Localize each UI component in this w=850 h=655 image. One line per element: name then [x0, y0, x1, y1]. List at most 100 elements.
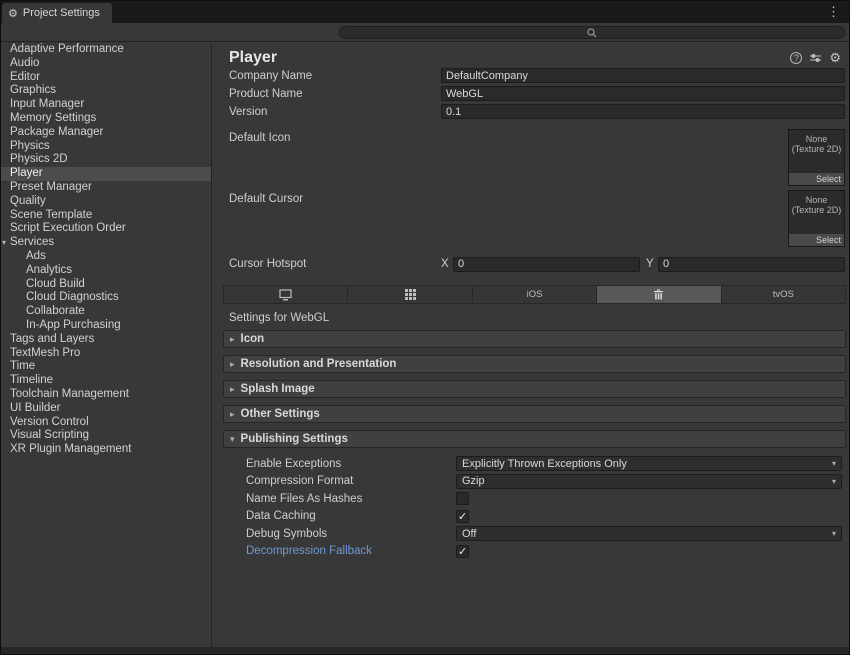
sidebar-item[interactable]: ▾ Physics	[1, 140, 211, 154]
sidebar-item[interactable]: ▾ Audio	[1, 57, 211, 71]
default-icon-row: Default Icon None (Texture 2D) Select	[213, 121, 849, 186]
search-input[interactable]	[339, 26, 845, 39]
sidebar-item[interactable]: ▾ Package Manager	[1, 126, 211, 140]
sidebar-item-label: UI Builder	[10, 402, 61, 414]
sidebar-item[interactable]: ▾ Visual Scripting	[1, 429, 211, 443]
foldout-arrow-icon[interactable]: ▾	[2, 236, 10, 250]
sidebar-item-label: Graphics	[10, 84, 56, 96]
debug-symbols-dropdown[interactable]: Off ▾	[456, 526, 842, 541]
sidebar-item-label: Physics	[10, 140, 50, 152]
sidebar-item[interactable]: ▾ Services	[1, 236, 211, 250]
sidebar-item[interactable]: ▾ Script Execution Order	[1, 222, 211, 236]
sidebar-item[interactable]: ▾ Graphics	[1, 84, 211, 98]
help-icon[interactable]: ?	[790, 52, 802, 64]
compression-format-row: Compression Format Gzip ▾	[223, 473, 846, 491]
product-name-field[interactable]	[441, 86, 845, 101]
section-label: Resolution and Presentation	[241, 358, 397, 370]
sidebar-item[interactable]: ▾ Tags and Layers	[1, 333, 211, 347]
sidebar-item[interactable]: ▾ Cloud Diagnostics	[1, 291, 211, 305]
publishing-settings-body: Enable Exceptions Explicitly Thrown Exce…	[223, 455, 846, 560]
enable-exceptions-row: Enable Exceptions Explicitly Thrown Exce…	[223, 455, 846, 473]
sidebar-item-label: TextMesh Pro	[10, 347, 80, 359]
name-files-as-hashes-checkbox[interactable]: ✓	[456, 492, 469, 505]
settings-for-text: Settings for WebGL	[229, 312, 849, 324]
default-icon-select-button[interactable]: Select	[789, 173, 844, 185]
sidebar-item[interactable]: ▾ Scene Template	[1, 209, 211, 223]
sidebar-item-label: Version Control	[10, 416, 89, 428]
sidebar-item-label: Collaborate	[26, 305, 85, 317]
tab-project-settings[interactable]: ⚙ Project Settings	[2, 3, 112, 23]
hotspot-y-field[interactable]	[658, 257, 845, 272]
default-icon-object-field[interactable]: None (Texture 2D) Select	[788, 129, 845, 186]
decompression-fallback-checkbox[interactable]: ✓	[456, 545, 469, 558]
platform-tab-desktop[interactable]	[223, 285, 348, 304]
foldout-arrow-icon: ▸	[230, 334, 235, 345]
compression-format-label: Compression Format	[246, 475, 456, 487]
default-cursor-select-button[interactable]: Select	[789, 234, 844, 246]
compression-format-dropdown[interactable]: Gzip ▾	[456, 474, 842, 489]
enable-exceptions-dropdown[interactable]: Explicitly Thrown Exceptions Only ▾	[456, 456, 842, 471]
section-icon[interactable]: ▸ Icon	[223, 330, 846, 348]
desktop-icon	[279, 289, 292, 301]
sidebar-item[interactable]: ▾ Adaptive Performance	[1, 43, 211, 57]
section-publishing-settings[interactable]: ▾ Publishing Settings	[223, 430, 846, 448]
platform-tab-ios[interactable]: iOS	[473, 285, 597, 304]
webgl-icon	[653, 289, 664, 300]
sidebar-item[interactable]: ▾ XR Plugin Management	[1, 443, 211, 457]
sidebar-item[interactable]: ▾ Player	[1, 167, 211, 181]
search-bar	[1, 23, 849, 42]
sidebar-item-label: Toolchain Management	[10, 388, 129, 400]
sidebar-item[interactable]: ▾ Physics 2D	[1, 153, 211, 167]
sidebar-item-label: Cloud Build	[26, 278, 85, 290]
platform-tab-tvos[interactable]: tvOS	[722, 285, 846, 304]
sidebar-item[interactable]: ▾ UI Builder	[1, 402, 211, 416]
titlebar: ⚙ Project Settings ⋮	[1, 1, 849, 23]
platform-tab-webgl[interactable]	[597, 285, 721, 304]
sidebar-item-label: Package Manager	[10, 126, 103, 138]
project-settings-window: ⚙ Project Settings ⋮ ▾ Adaptive Performa…	[0, 0, 850, 655]
sidebar-item[interactable]: ▾ In-App Purchasing	[1, 319, 211, 333]
sidebar-item-label: Physics 2D	[10, 153, 68, 165]
panel-header: Player ? ⚙	[213, 43, 849, 67]
sidebar-item[interactable]: ▾ Time	[1, 360, 211, 374]
kebab-menu-icon[interactable]: ⋮	[827, 4, 840, 20]
settings-gear-icon[interactable]: ⚙	[829, 50, 841, 66]
sidebar-item[interactable]: ▾ Quality	[1, 195, 211, 209]
grid-icon	[405, 289, 416, 300]
decompression-fallback-row: Decompression Fallback ✓	[223, 543, 846, 561]
name-files-as-hashes-label: Name Files As Hashes	[246, 493, 456, 505]
sidebar-item[interactable]: ▾ Toolchain Management	[1, 388, 211, 402]
hotspot-x-field[interactable]	[453, 257, 640, 272]
sidebar-item[interactable]: ▾ TextMesh Pro	[1, 347, 211, 361]
section-resolution-and-presentation[interactable]: ▸ Resolution and Presentation	[223, 355, 846, 373]
sidebar-item[interactable]: ▾ Ads	[1, 250, 211, 264]
product-name-label: Product Name	[229, 88, 441, 100]
sidebar-item-label: Script Execution Order	[10, 222, 126, 234]
data-caching-checkbox[interactable]: ✓	[456, 510, 469, 523]
debug-symbols-label: Debug Symbols	[246, 528, 456, 540]
sidebar-item[interactable]: ▾ Analytics	[1, 264, 211, 278]
company-name-field[interactable]	[441, 68, 845, 83]
sidebar-item-label: In-App Purchasing	[26, 319, 121, 331]
default-cursor-object-field[interactable]: None (Texture 2D) Select	[788, 190, 845, 247]
sidebar-item[interactable]: ▾ Input Manager	[1, 98, 211, 112]
sidebar-item-label: Tags and Layers	[10, 333, 94, 345]
sidebar-item[interactable]: ▾ Timeline	[1, 374, 211, 388]
sidebar-item[interactable]: ▾ Version Control	[1, 416, 211, 430]
sidebar-item[interactable]: ▾ Preset Manager	[1, 181, 211, 195]
decompression-fallback-label: Decompression Fallback	[246, 545, 456, 557]
preset-icon[interactable]	[809, 52, 822, 64]
sidebar-item-label: XR Plugin Management	[10, 443, 131, 455]
sidebar-item-label: Input Manager	[10, 98, 84, 110]
sidebar-item[interactable]: ▾ Cloud Build	[1, 278, 211, 292]
section-other-settings[interactable]: ▸ Other Settings	[223, 405, 846, 423]
version-field[interactable]	[441, 104, 845, 119]
sidebar-item[interactable]: ▾ Collaborate	[1, 305, 211, 319]
sidebar-item-label: Player	[10, 167, 43, 179]
tvos-tab-label: tvOS	[773, 289, 794, 300]
sidebar-item[interactable]: ▾ Editor	[1, 71, 211, 85]
sidebar-item[interactable]: ▾ Memory Settings	[1, 112, 211, 126]
platform-tab-android[interactable]	[348, 285, 472, 304]
sidebar-item-label: Time	[10, 360, 35, 372]
section-splash-image[interactable]: ▸ Splash Image	[223, 380, 846, 398]
